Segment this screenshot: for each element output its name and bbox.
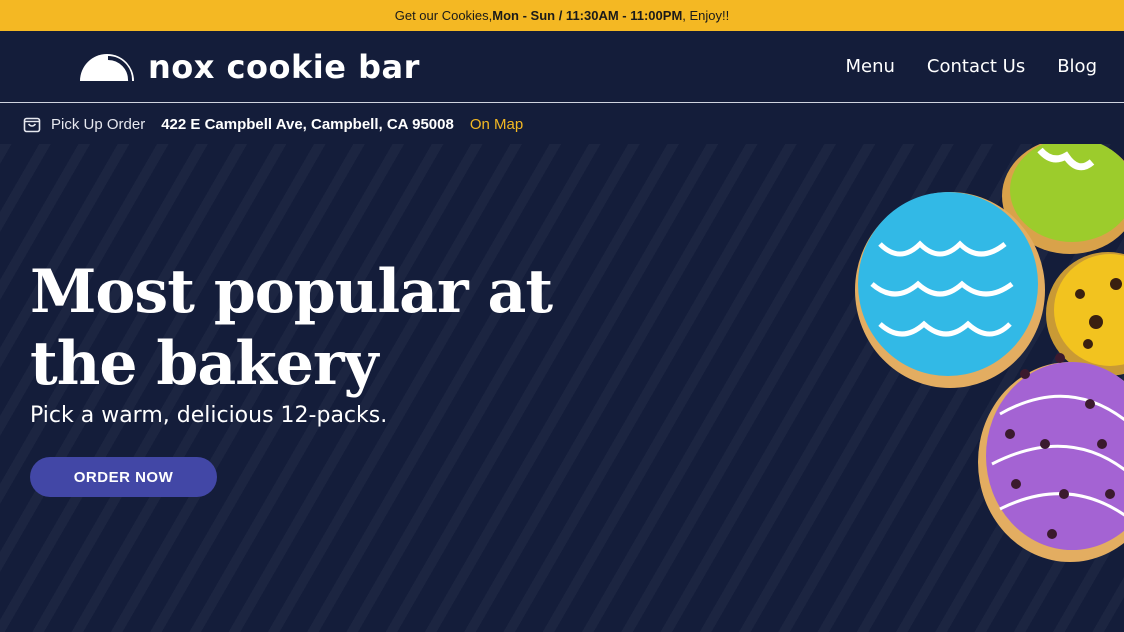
hero-section: Most popular at the bakery Pick a warm, … <box>0 144 1124 632</box>
donuts-image <box>855 144 1124 562</box>
announcement-bar: Get our Cookies, Mon - Sun / 11:30AM - 1… <box>0 0 1124 31</box>
nav-contact-us[interactable]: Contact Us <box>927 56 1025 77</box>
announcement-suffix: , Enjoy!! <box>682 8 730 23</box>
order-now-button[interactable]: ORDER NOW <box>30 457 217 497</box>
brand-logo[interactable]: nox cookie bar <box>78 48 420 86</box>
shopping-bag-icon <box>22 114 42 134</box>
brand-name: nox cookie bar <box>148 48 420 86</box>
hero-headline: Most popular at the bakery <box>30 256 590 400</box>
pickup-address: 422 E Campbell Ave, Campbell, CA 95008 <box>161 115 454 133</box>
announcement-prefix: Get our Cookies, <box>394 8 493 23</box>
nav-menu[interactable]: Menu <box>845 56 894 77</box>
hero-subheadline: Pick a warm, delicious 12-packs. <box>30 403 388 428</box>
site-header: nox cookie bar Menu Contact Us Blog <box>0 31 1124 103</box>
main-nav: Menu Contact Us Blog <box>845 56 1097 77</box>
pickup-label: Pick Up Order <box>51 115 146 133</box>
hero-headline-line1: Most popular at <box>30 257 553 327</box>
nav-blog[interactable]: Blog <box>1057 56 1097 77</box>
half-dome-icon <box>80 54 134 82</box>
on-map-link[interactable]: On Map <box>470 116 523 133</box>
announcement-hours: Mon - Sun / 11:30AM - 11:00PM <box>492 8 683 23</box>
hero-headline-line2: the bakery <box>30 329 378 399</box>
pickup-bar: Pick Up Order 422 E Campbell Ave, Campbe… <box>0 104 1124 144</box>
